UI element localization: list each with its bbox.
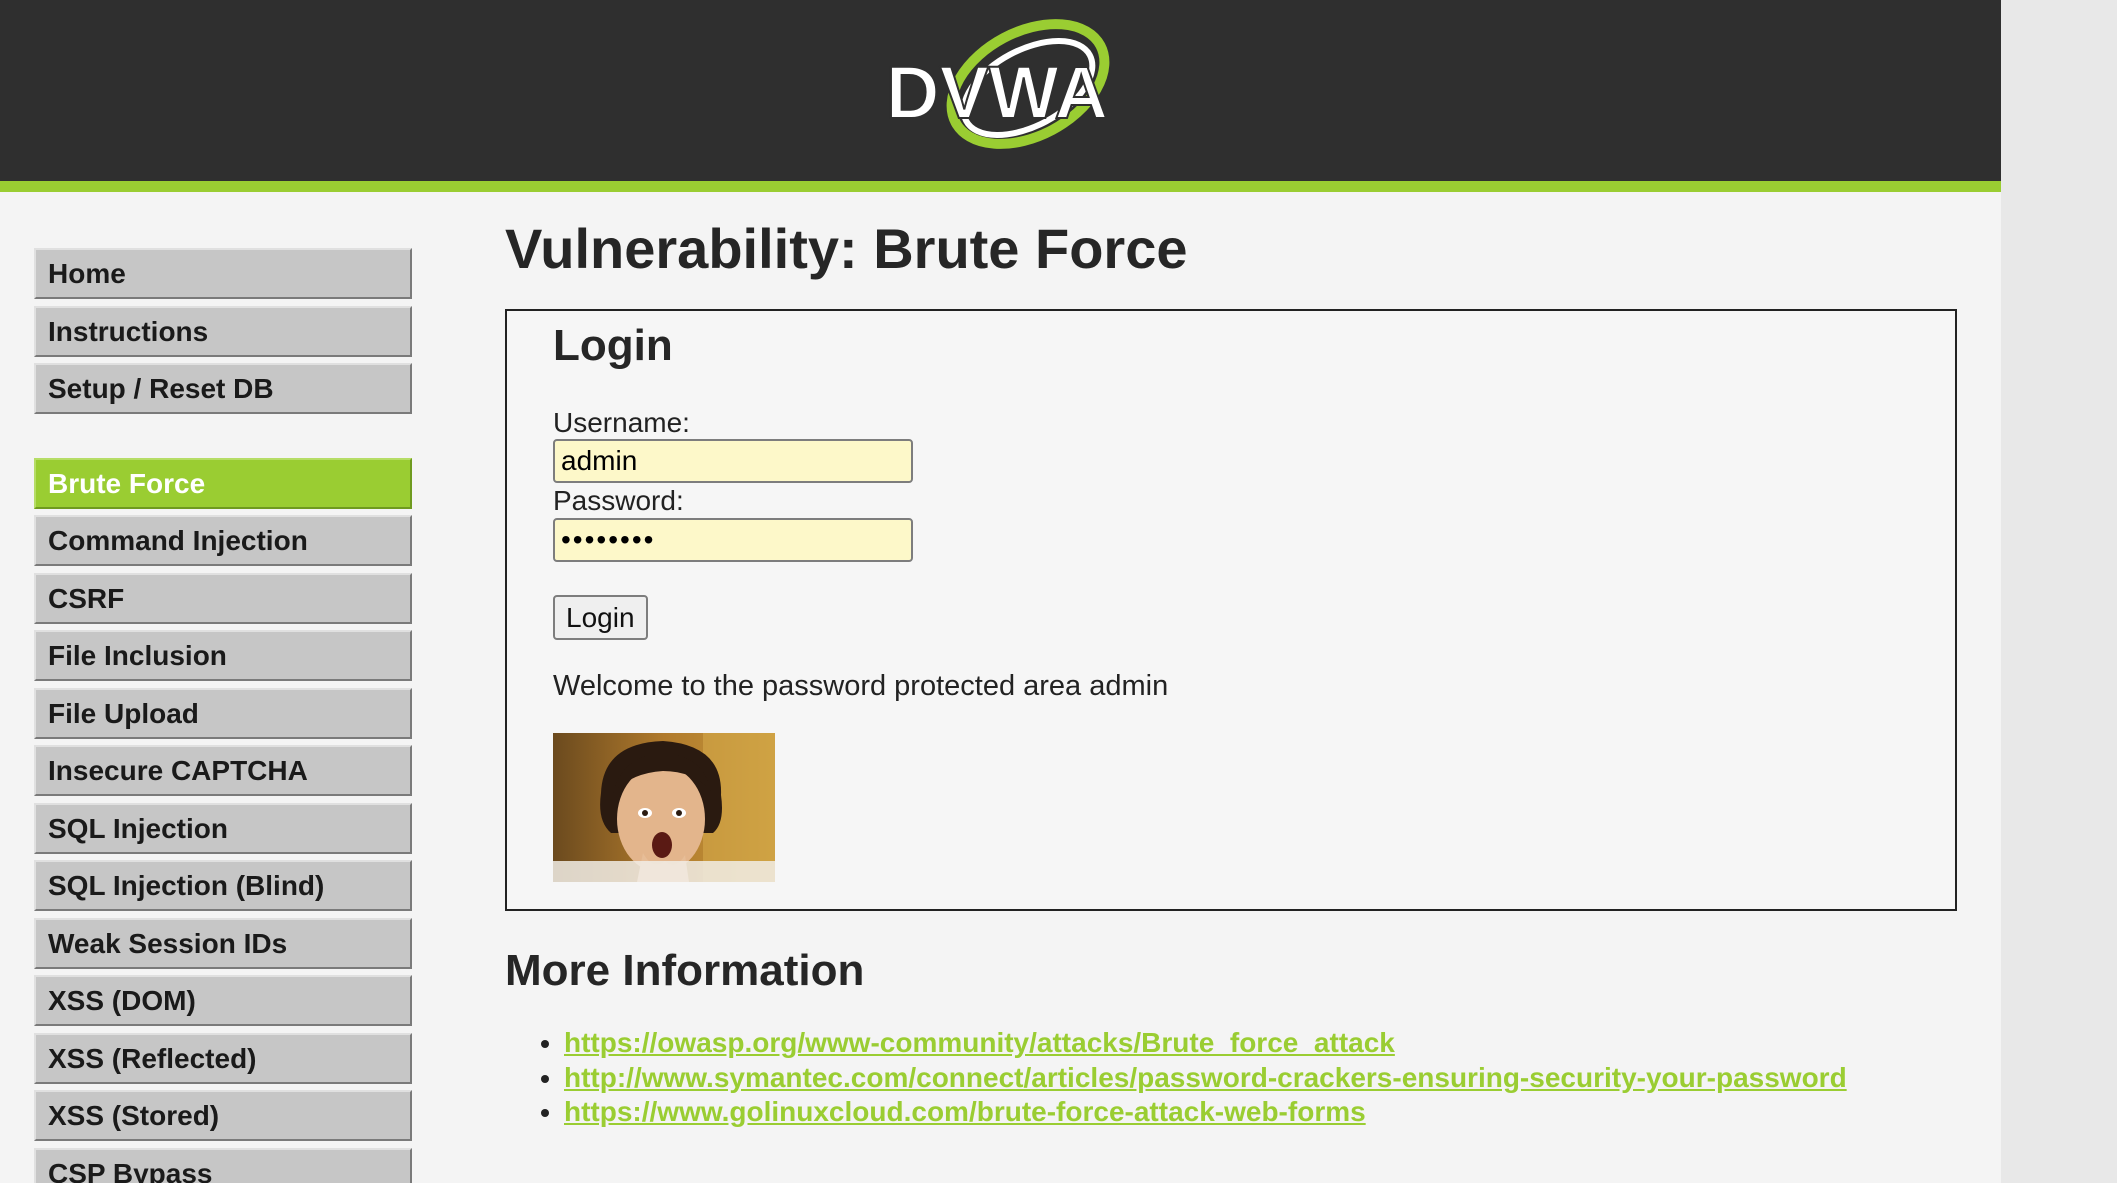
page-header: DVWA [0,0,2001,192]
login-button[interactable]: Login [553,595,648,640]
sidebar-item-home[interactable]: Home [34,248,412,299]
dvwa-logo[interactable]: DVWA [878,18,1123,156]
user-avatar-photo [553,733,775,882]
page-container: DVWA Home Instructions Setup / Reset DB Bru… [0,0,2001,1183]
more-info-list: https://owasp.org/www-community/attacks/… [505,1026,1847,1130]
sidebar-item-insecure-captcha[interactable]: Insecure CAPTCHA [34,745,412,796]
sidebar-item-setup-reset-db[interactable]: Setup / Reset DB [34,363,412,414]
sidebar-item-file-inclusion[interactable]: File Inclusion [34,630,412,681]
sidebar-item-sql-injection[interactable]: SQL Injection [34,802,412,854]
sidebar-item-xss-stored[interactable]: XSS (Stored) [34,1090,412,1141]
sidebar-menu: Home Instructions Setup / Reset DB Brute Fo… [34,248,412,1183]
password-field[interactable] [553,518,913,562]
sidebar-item-file-upload[interactable]: File Upload [34,687,412,739]
sidebar-item-csp-bypass[interactable]: CSP Bypass [34,1147,412,1183]
sidebar-item-brute-force[interactable]: Brute Force [34,457,412,509]
sidebar-item-csrf[interactable]: CSRF [34,572,412,624]
golinuxcloud-link[interactable]: https://www.golinuxcloud.com/brute-force… [564,1096,1366,1127]
username-label: Username: [553,407,690,438]
list-item: https://www.golinuxcloud.com/brute-force… [564,1095,1847,1130]
sidebar-item-xss-reflected[interactable]: XSS (Reflected) [34,1032,412,1084]
symantec-link[interactable]: http://www.symantec.com/connect/articles… [564,1062,1847,1093]
welcome-message: Welcome to the password protected area a… [553,670,1169,702]
sidebar-item-command-injection[interactable]: Command Injection [34,515,412,566]
page-title: Vulnerability: Brute Force [505,217,1188,280]
logo-text: DVWA [886,51,1108,134]
more-info-heading: More Information [505,946,865,995]
owasp-link[interactable]: https://owasp.org/www-community/attacks/… [564,1027,1395,1058]
username-field[interactable] [553,439,913,483]
vulnerability-box: Login Username: Password: Login Welcome … [505,309,1957,911]
sidebar-item-sql-injection-blind[interactable]: SQL Injection (Blind) [34,860,412,911]
sidebar-item-xss-dom[interactable]: XSS (DOM) [34,975,412,1026]
list-item: https://owasp.org/www-community/attacks/… [564,1026,1847,1061]
login-heading: Login [553,321,673,370]
password-label: Password: [553,485,684,516]
sidebar-item-weak-session-ids[interactable]: Weak Session IDs [34,917,412,969]
sidebar-item-instructions[interactable]: Instructions [34,305,412,357]
list-item: http://www.symantec.com/connect/articles… [564,1061,1847,1096]
